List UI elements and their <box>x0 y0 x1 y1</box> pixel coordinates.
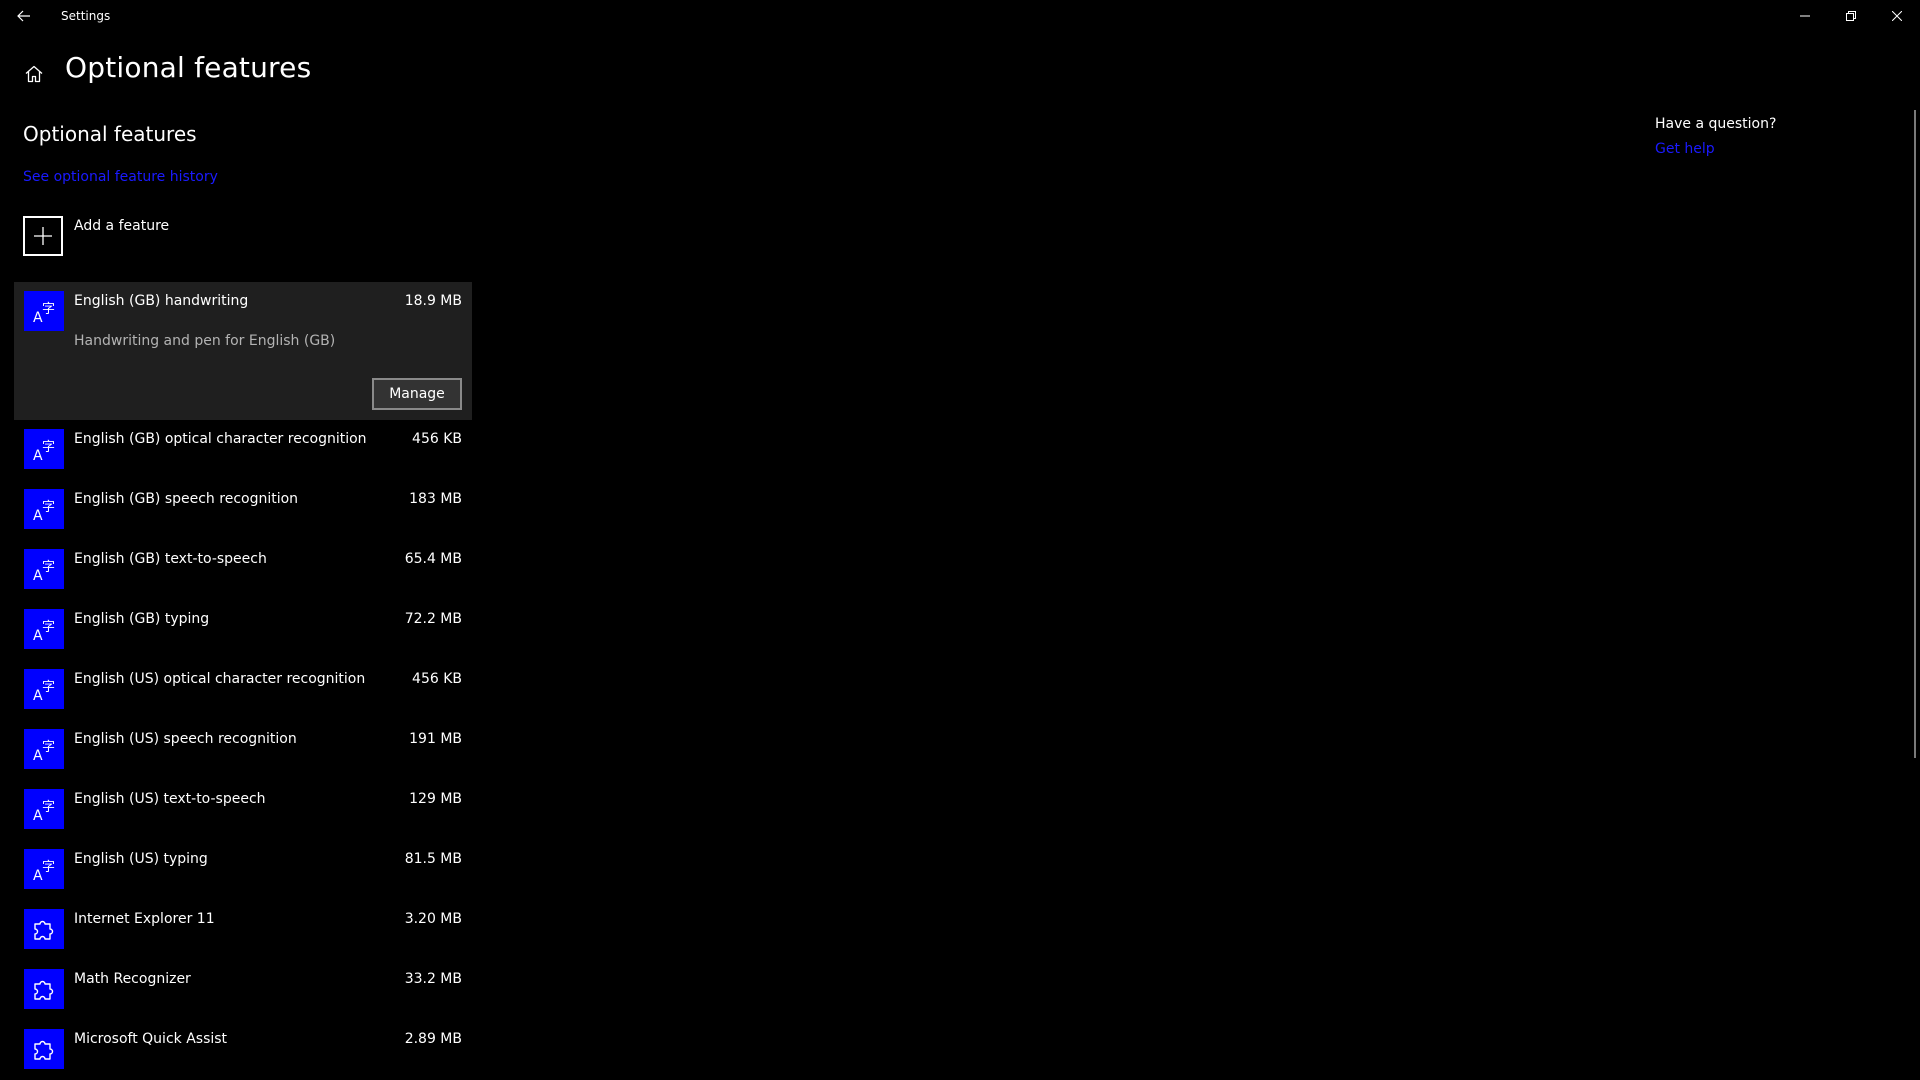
minimize-icon <box>1800 15 1810 17</box>
svg-text:字: 字 <box>42 800 55 815</box>
feature-size: 456 KB <box>412 431 462 447</box>
feature-item[interactable]: A 字 English (US) text-to-speech 129 MB <box>14 780 472 840</box>
svg-text:字: 字 <box>42 560 55 575</box>
close-icon <box>1892 11 1902 21</box>
close-button[interactable] <box>1874 0 1920 32</box>
feature-size: 456 KB <box>412 671 462 687</box>
language-icon: A 字 <box>24 729 64 769</box>
restore-icon <box>1846 11 1856 21</box>
language-icon: A 字 <box>24 429 64 469</box>
feature-name: English (GB) optical character recogniti… <box>74 431 367 447</box>
help-title: Have a question? <box>1655 116 1777 132</box>
feature-size: 3.20 MB <box>404 911 462 927</box>
language-icon: A 字 <box>24 789 64 829</box>
manage-button[interactable]: Manage <box>372 378 462 410</box>
scrollbar[interactable] <box>1914 110 1916 758</box>
title-bar: Settings <box>0 0 1920 32</box>
feature-size: 183 MB <box>409 491 462 507</box>
plus-icon <box>34 227 52 245</box>
feature-name: English (US) speech recognition <box>74 731 297 747</box>
feature-description: Handwriting and pen for English (GB) <box>74 333 336 349</box>
svg-text:字: 字 <box>42 620 55 635</box>
feature-size: 191 MB <box>409 731 462 747</box>
feature-name: English (GB) typing <box>74 611 210 627</box>
feature-size: 72.2 MB <box>404 611 462 627</box>
back-button[interactable] <box>0 0 48 32</box>
home-icon <box>25 65 43 83</box>
feature-item[interactable]: A 字 English (US) typing 81.5 MB <box>14 840 472 900</box>
feature-size: 2.89 MB <box>404 1031 462 1047</box>
svg-text:字: 字 <box>42 680 55 695</box>
help-panel: Have a question? Get help <box>1655 116 1776 157</box>
svg-text:字: 字 <box>42 860 55 875</box>
restore-button[interactable] <box>1828 0 1874 32</box>
feature-list: A 字 English (GB) handwriting 18.9 MB Han… <box>14 282 472 1080</box>
feature-size: 129 MB <box>409 791 462 807</box>
feature-size: 18.9 MB <box>404 293 462 309</box>
puzzle-piece-icon <box>24 969 64 1009</box>
feature-size: 65.4 MB <box>404 551 462 567</box>
feature-name: English (GB) text-to-speech <box>74 551 267 567</box>
feature-name: English (GB) handwriting <box>74 293 249 309</box>
add-feature-button[interactable]: Add a feature <box>23 216 169 256</box>
feature-name: Microsoft Quick Assist <box>74 1031 228 1047</box>
page-title: Optional features <box>65 51 312 84</box>
language-icon: A 字 <box>24 549 64 589</box>
feature-name: English (US) optical character recogniti… <box>74 671 366 687</box>
language-icon: A 字 <box>24 489 64 529</box>
puzzle-piece-icon <box>24 909 64 949</box>
add-feature-label: Add a feature <box>74 218 170 234</box>
home-button[interactable] <box>20 60 48 88</box>
feature-item[interactable]: A 字 English (GB) typing 72.2 MB <box>14 600 472 660</box>
feature-size: 81.5 MB <box>404 851 462 867</box>
feature-item[interactable]: Math Recognizer 33.2 MB <box>14 960 472 1020</box>
feature-item[interactable]: A 字 English (GB) text-to-speech 65.4 MB <box>14 540 472 600</box>
section-title: Optional features <box>23 122 197 146</box>
svg-text:字: 字 <box>42 302 55 317</box>
feature-name: English (US) typing <box>74 851 208 867</box>
get-help-link[interactable]: Get help <box>1655 141 1776 157</box>
back-arrow-icon <box>17 10 30 22</box>
language-icon: A 字 <box>24 609 64 649</box>
feature-size: 33.2 MB <box>404 971 462 987</box>
feature-history-link[interactable]: See optional feature history <box>23 169 218 185</box>
feature-item[interactable]: A 字 English (GB) handwriting 18.9 MB Han… <box>14 282 472 420</box>
feature-name: English (GB) speech recognition <box>74 491 299 507</box>
feature-name: Internet Explorer 11 <box>74 911 215 927</box>
feature-name: Math Recognizer <box>74 971 191 987</box>
feature-item[interactable]: Internet Explorer 11 3.20 MB <box>14 900 472 960</box>
feature-item[interactable]: Microsoft Quick Assist 2.89 MB <box>14 1020 472 1080</box>
feature-item[interactable]: A 字 English (US) speech recognition 191 … <box>14 720 472 780</box>
language-icon: A 字 <box>24 849 64 889</box>
puzzle-piece-icon <box>24 1029 64 1069</box>
feature-name: English (US) text-to-speech <box>74 791 266 807</box>
svg-text:字: 字 <box>42 440 55 455</box>
language-icon: A 字 <box>24 669 64 709</box>
add-box <box>23 216 63 256</box>
window-controls <box>1782 0 1920 32</box>
feature-item[interactable]: A 字 English (GB) optical character recog… <box>14 420 472 480</box>
svg-text:字: 字 <box>42 500 55 515</box>
language-icon: A 字 <box>24 291 64 331</box>
feature-item[interactable]: A 字 English (US) optical character recog… <box>14 660 472 720</box>
svg-text:字: 字 <box>42 740 55 755</box>
app-title: Settings <box>61 9 111 23</box>
feature-item[interactable]: A 字 English (GB) speech recognition 183 … <box>14 480 472 540</box>
minimize-button[interactable] <box>1782 0 1828 32</box>
